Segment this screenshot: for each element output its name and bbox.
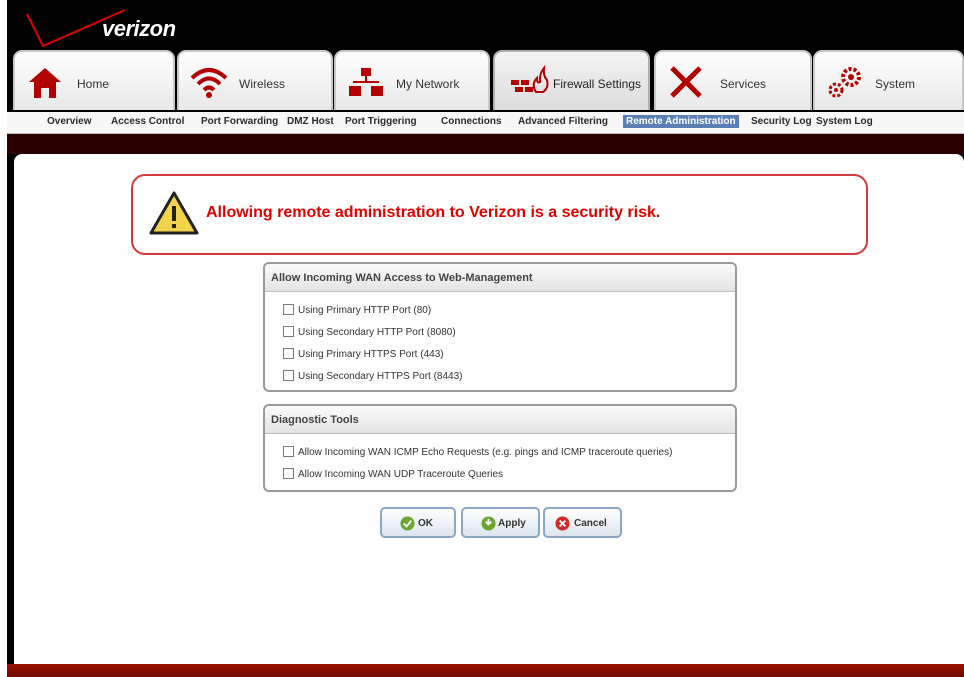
main-content: Allowing remote administration to Verizo… [14,154,964,666]
option-secondary-http[interactable]: Using Secondary HTTP Port (8080) [283,326,456,338]
wan-access-title: Allow Incoming WAN Access to Web-Managem… [265,264,735,292]
verizon-logo-text: verizon [102,16,176,41]
router-admin-frame: verizon Home Wireless My Network Firewal… [7,0,964,677]
option-udp-traceroute[interactable]: Allow Incoming WAN UDP Traceroute Querie… [283,468,503,480]
subnav-port-forwarding[interactable]: Port Forwarding [201,116,278,127]
option-icmp-echo-label: Allow Incoming WAN ICMP Echo Requests (e… [298,447,673,458]
option-icmp-echo[interactable]: Allow Incoming WAN ICMP Echo Requests (e… [283,446,672,458]
apply-icon [481,516,496,531]
option-primary-http[interactable]: Using Primary HTTP Port (80) [283,304,431,316]
option-udp-traceroute-label: Allow Incoming WAN UDP Traceroute Querie… [298,469,504,480]
ok-button-label: OK [418,518,433,529]
tab-wireless[interactable]: Wireless [177,50,333,110]
check-circle-icon [400,516,415,531]
network-icon [349,68,383,96]
subnav-security-log[interactable]: Security Log [751,116,812,127]
home-icon [29,68,61,98]
subnav-system-log[interactable]: System Log [816,116,873,127]
subnav-advanced-filtering[interactable]: Advanced Filtering [518,116,608,127]
diagnostic-tools-title: Diagnostic Tools [265,406,735,434]
header-divider [7,134,964,154]
tab-firewall-settings-label: Firewall Settings [553,77,642,91]
checkbox-primary-https[interactable] [283,348,294,359]
warning-icon [149,191,199,235]
tab-my-network-label: My Network [396,77,460,91]
option-secondary-https[interactable]: Using Secondary HTTPS Port (8443) [283,370,463,382]
firewall-icon [511,64,549,93]
subnav-remote-administration[interactable]: Remote Administration [623,115,739,128]
cancel-icon [555,516,570,531]
subnav-port-triggering[interactable]: Port Triggering [345,116,417,127]
checkbox-secondary-http[interactable] [283,326,294,337]
subnav-overview[interactable]: Overview [47,116,91,127]
wan-access-panel: Allow Incoming WAN Access to Web-Managem… [263,262,737,392]
tab-services[interactable]: Services [654,50,812,110]
option-primary-http-label: Using Primary HTTP Port (80) [298,305,432,316]
checkbox-udp-traceroute[interactable] [283,468,294,479]
cancel-button[interactable]: Cancel [543,507,622,538]
top-bar: verizon [7,0,964,48]
checkbox-icmp-echo[interactable] [283,446,294,457]
subnav-dmz-host[interactable]: DMZ Host [287,116,334,127]
tab-home[interactable]: Home [13,50,175,110]
tab-system[interactable]: System [813,50,964,110]
tab-firewall-settings[interactable]: Firewall Settings [493,50,650,110]
main-tabs: Home Wireless My Network Firewall Settin… [7,48,964,112]
tab-wireless-label: Wireless [239,77,286,91]
checkbox-primary-http[interactable] [283,304,294,315]
tab-services-label: Services [720,77,767,91]
security-warning-banner: Allowing remote administration to Verizo… [131,174,868,255]
option-primary-https[interactable]: Using Primary HTTPS Port (443) [283,348,444,360]
checkbox-secondary-https[interactable] [283,370,294,381]
diagnostic-tools-panel: Diagnostic Tools Allow Incoming WAN ICMP… [263,404,737,492]
tools-icon [670,66,702,98]
warning-message: Allowing remote administration to Verizo… [206,204,661,221]
tab-my-network[interactable]: My Network [334,50,490,110]
option-primary-https-label: Using Primary HTTPS Port (443) [298,349,444,360]
subnav-connections[interactable]: Connections [441,116,502,127]
option-secondary-http-label: Using Secondary HTTP Port (8080) [298,327,456,338]
wifi-icon [190,68,228,98]
sub-navigation: Overview Access Control Port Forwarding … [7,112,964,134]
apply-button-label: Apply [498,518,526,529]
tab-home-label: Home [77,77,110,91]
cancel-button-label: Cancel [574,518,607,529]
footer-bar [7,664,964,677]
apply-button[interactable]: Apply [461,507,540,538]
tab-system-label: System [875,77,916,91]
ok-button[interactable]: OK [380,507,456,538]
option-secondary-https-label: Using Secondary HTTPS Port (8443) [298,371,463,382]
gears-icon [828,67,861,98]
subnav-access-control[interactable]: Access Control [111,116,184,127]
